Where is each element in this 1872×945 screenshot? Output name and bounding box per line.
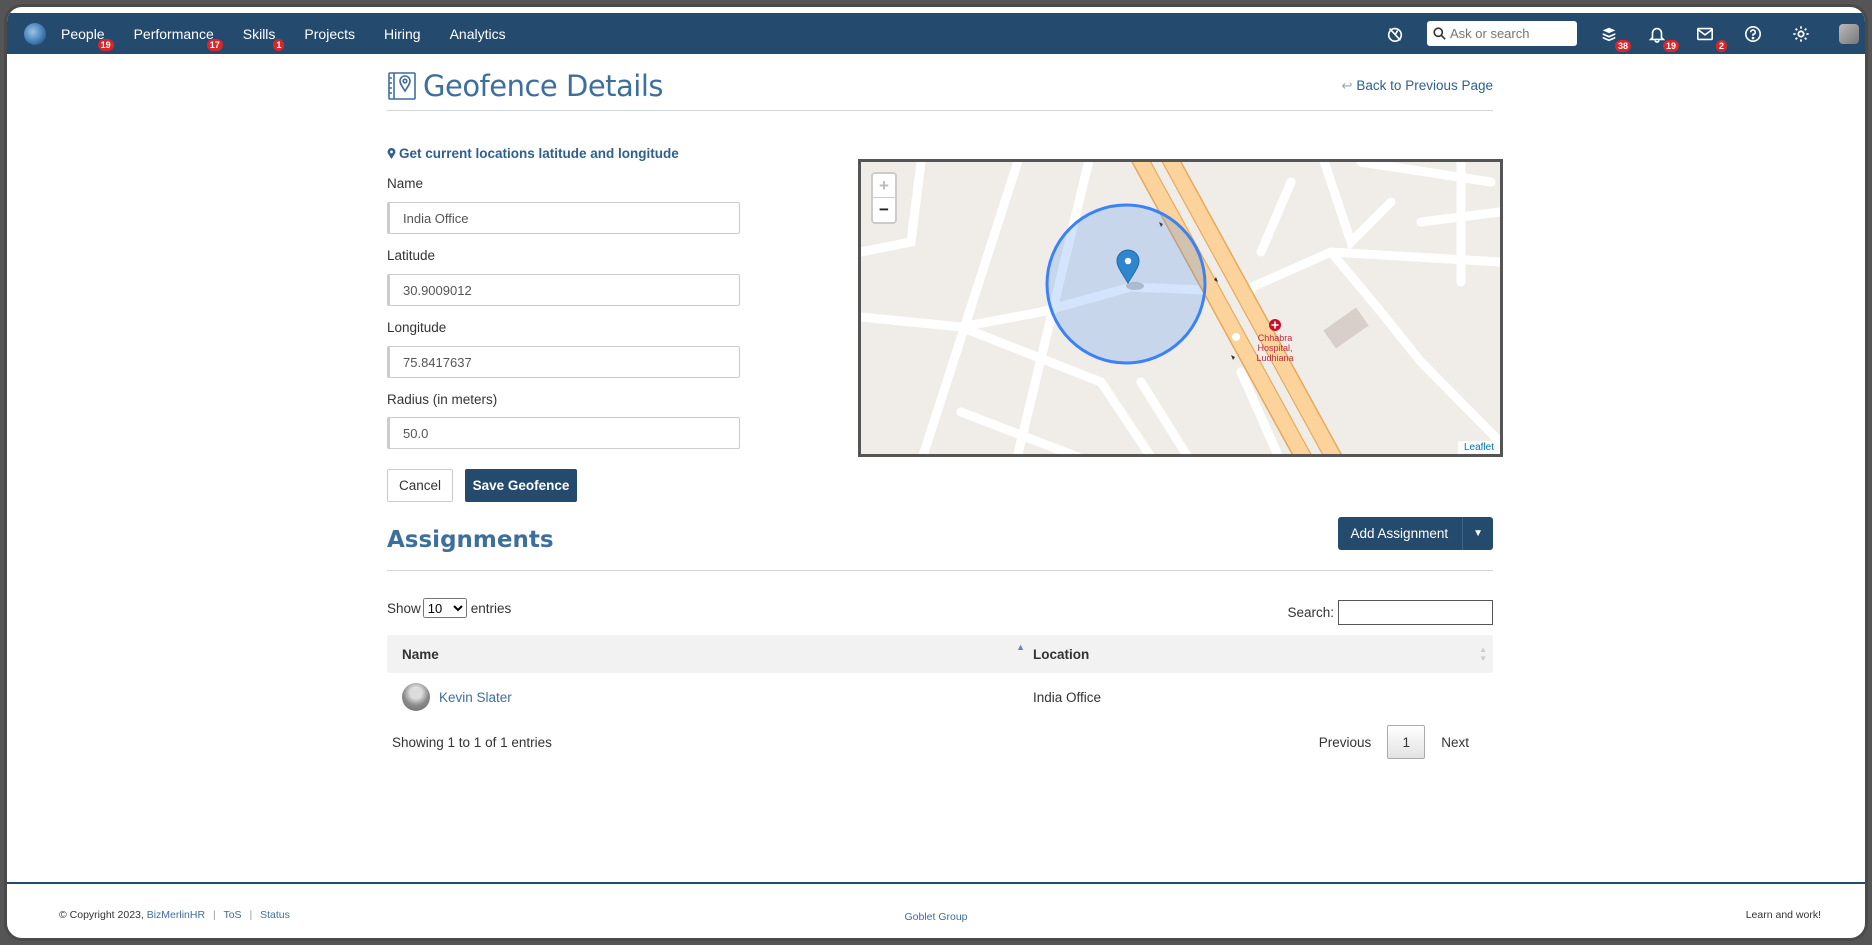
name-label: Name — [387, 176, 424, 191]
name-field[interactable] — [387, 202, 740, 234]
avatar — [402, 683, 430, 711]
page-header: Geofence Details ↩ Back to Previous Page — [387, 65, 1493, 111]
employee-link[interactable]: Kevin Slater — [439, 690, 512, 705]
column-header-location[interactable]: Location ▲ ▼ — [1033, 644, 1493, 663]
nav-item-performance[interactable]: Performance 17 — [134, 26, 223, 51]
navbar-right: 38 19 2 — [1385, 21, 1865, 52]
inbox-badge: 38 — [1614, 39, 1631, 52]
pagination: Previous 1 Next — [1309, 725, 1479, 759]
sort-both-icon: ▲ ▼ — [1479, 644, 1487, 663]
add-assignment-button[interactable]: Add Assignment ▼ — [1337, 517, 1493, 550]
mail-badge: 2 — [1715, 39, 1727, 52]
assignments-title: Assignments — [387, 527, 554, 553]
page-1-button[interactable]: 1 — [1387, 725, 1426, 759]
bell-icon[interactable]: 19 — [1647, 24, 1679, 52]
nav-badge-people: 19 — [97, 38, 114, 51]
nav-item-skills[interactable]: Skills 1 — [243, 26, 285, 51]
previous-page-button[interactable]: Previous — [1309, 735, 1382, 750]
map-poi-label-1: Chhabra — [1258, 333, 1293, 343]
nav-item-people[interactable]: People 19 — [61, 26, 114, 51]
map-zoom-control: + − — [871, 172, 897, 224]
help-icon[interactable] — [1743, 24, 1763, 44]
next-page-button[interactable]: Next — [1431, 735, 1479, 750]
company-link[interactable]: Goblet Group — [7, 911, 1865, 923]
entries-length-control: Show 10 25 50 100 entries — [387, 598, 511, 618]
nav-item-projects[interactable]: Projects — [304, 26, 355, 42]
geofence-map[interactable]: Chhabra Hospital, Ludhiana + − Leaflet — [858, 159, 1503, 457]
main-nav: People 19 Performance 17 Skills 1 Projects … — [61, 26, 535, 51]
global-search[interactable] — [1427, 21, 1577, 46]
search-icon — [1433, 27, 1446, 40]
map-tiles: Chhabra Hospital, Ludhiana — [861, 162, 1500, 454]
timer-icon[interactable] — [1385, 24, 1405, 44]
table-row: Kevin Slater India Office — [387, 673, 1493, 721]
assignments-table: Name ▲ Location ▲ ▼ Kevin Slater India Offi… — [387, 635, 1493, 721]
latitude-label: Latitude — [387, 248, 436, 263]
radius-label: Radius (in meters) — [387, 392, 498, 407]
top-navbar: People 19 Performance 17 Skills 1 Projects … — [7, 13, 1865, 54]
caret-down-icon[interactable]: ▼ — [1462, 517, 1493, 550]
table-info: Showing 1 to 1 of 1 entries — [392, 735, 552, 750]
bell-badge: 19 — [1662, 39, 1679, 52]
table-header: Name ▲ Location ▲ ▼ — [387, 635, 1493, 673]
zoom-in-button[interactable]: + — [873, 174, 895, 198]
cell-location: India Office — [1033, 689, 1102, 705]
user-avatar[interactable] — [1839, 23, 1859, 44]
radius-field[interactable] — [387, 417, 740, 449]
column-header-name[interactable]: Name ▲ — [387, 642, 1033, 662]
save-geofence-button[interactable]: Save Geofence — [465, 469, 577, 502]
table-search-input[interactable] — [1338, 600, 1493, 625]
map-marker-icon — [387, 148, 396, 159]
leaflet-attribution-link[interactable]: Leaflet — [1457, 441, 1500, 454]
get-location-link[interactable]: Get current locations latitude and longi… — [387, 146, 679, 161]
table-search-label: Search: — [1287, 605, 1334, 620]
table-search: Search: — [1287, 600, 1493, 625]
add-assignment-label: Add Assignment — [1350, 526, 1449, 541]
inbox-stack-icon[interactable]: 38 — [1599, 24, 1631, 52]
app-window: People 19 Performance 17 Skills 1 Projects … — [4, 4, 1868, 941]
map-poi-label-2: Hospital, — [1257, 343, 1292, 353]
main-content: Geofence Details ↩ Back to Previous Page … — [387, 65, 1503, 759]
mail-icon[interactable]: 2 — [1695, 24, 1727, 52]
page-size-select[interactable]: 10 25 50 100 — [422, 598, 467, 618]
latitude-field[interactable] — [387, 274, 740, 306]
cell-name: Kevin Slater — [387, 683, 1033, 711]
sort-asc-icon: ▲ — [1016, 641, 1025, 652]
back-link[interactable]: ↩ Back to Previous Page — [1342, 78, 1493, 94]
assignments-header: Assignments Add Assignment ▼ — [387, 517, 1493, 571]
show-label: Show — [387, 600, 421, 616]
nav-badge-skills: 1 — [273, 38, 285, 51]
gear-icon[interactable] — [1791, 24, 1811, 44]
longitude-label: Longitude — [387, 320, 447, 335]
nav-item-analytics[interactable]: Analytics — [450, 26, 506, 42]
map-poi-label-3: Ludhiana — [1256, 353, 1293, 363]
longitude-field[interactable] — [387, 346, 740, 378]
zoom-out-button[interactable]: − — [873, 198, 895, 222]
back-arrow-icon: ↩ — [1341, 77, 1353, 93]
search-input[interactable] — [1450, 26, 1568, 41]
footer: © Copyright 2023, BizMerlinHR | ToS | St… — [7, 882, 1865, 938]
cancel-button[interactable]: Cancel — [387, 469, 453, 502]
nav-badge-performance: 17 — [206, 38, 223, 51]
entries-label: entries — [470, 600, 512, 616]
footer-tagline: Learn and work! — [1745, 909, 1821, 921]
nav-item-hiring[interactable]: Hiring — [384, 26, 421, 42]
map-book-icon — [388, 71, 416, 100]
app-logo[interactable] — [24, 22, 46, 45]
page-title: Geofence Details — [423, 68, 664, 103]
